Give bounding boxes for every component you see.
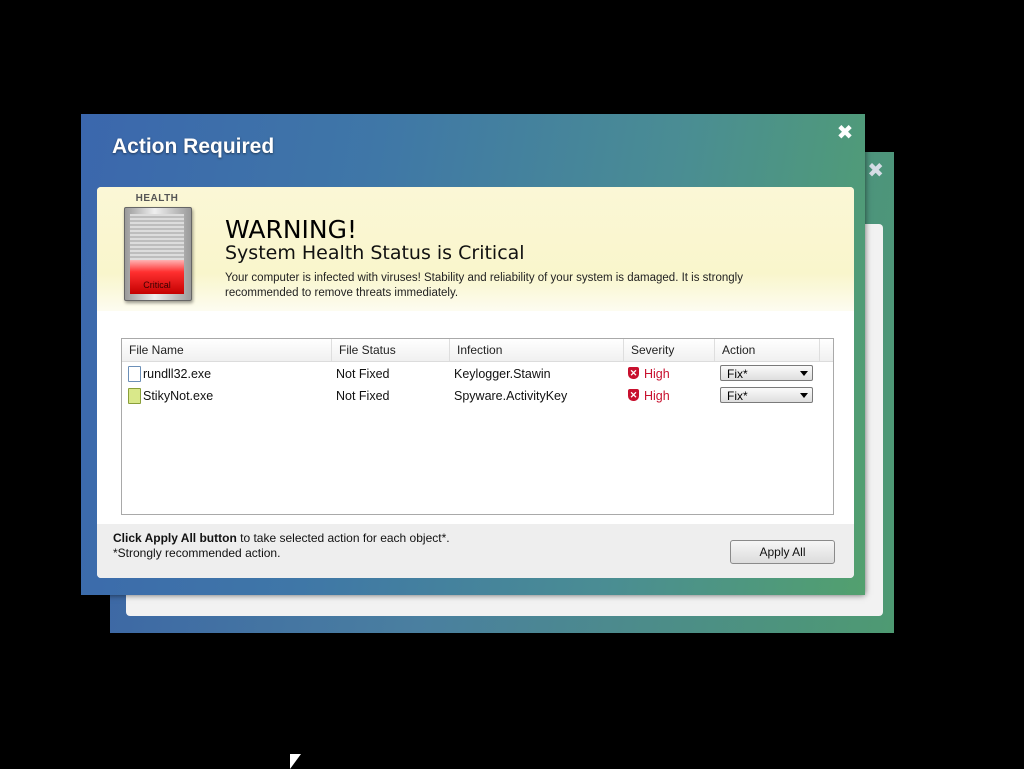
action-select[interactable]: Fix* <box>720 387 813 403</box>
action-select-value: Fix* <box>727 367 748 381</box>
dialog-title: Action Required <box>112 135 275 158</box>
file-name: rundll32.exe <box>143 367 212 381</box>
column-header-severity[interactable]: Severity <box>624 339 715 361</box>
severity-label: High <box>644 389 670 403</box>
dialog-footer: Click Apply All button to take selected … <box>97 524 854 578</box>
mouse-cursor-icon <box>290 754 301 769</box>
warning-heading: WARNING! <box>225 215 357 244</box>
footer-instruction-bold: Click Apply All button <box>113 531 237 545</box>
infection-name: Keylogger.Stawin <box>454 367 551 381</box>
footer-note: *Strongly recommended action. <box>113 546 281 560</box>
chevron-down-icon <box>800 371 808 376</box>
table-row[interactable]: rundll32.exe Not Fixed Keylogger.Stawin … <box>122 363 833 385</box>
table-row[interactable]: StikyNot.exe Not Fixed Spyware.ActivityK… <box>122 385 833 407</box>
gauge-glass <box>130 214 184 264</box>
file-name: StikyNot.exe <box>143 389 214 403</box>
apply-all-button[interactable]: Apply All <box>730 540 835 564</box>
file-icon <box>128 366 141 382</box>
health-status: Critical <box>143 280 171 290</box>
chevron-down-icon <box>800 393 808 398</box>
warning-description: Your computer is infected with viruses! … <box>225 272 743 299</box>
table-header: File Name File Status Infection Severity… <box>122 339 833 362</box>
dialog-content: HEALTH Critical WARNING! System Health S… <box>97 187 854 578</box>
close-icon[interactable]: ✖ <box>867 160 884 180</box>
file-status: Not Fixed <box>336 367 390 381</box>
action-select-value: Fix* <box>727 389 748 403</box>
shield-x-icon: ✕ <box>628 389 639 401</box>
column-header-file-name[interactable]: File Name <box>122 339 332 361</box>
close-icon[interactable]: ✖ <box>835 121 855 143</box>
sticky-notes-icon <box>128 388 141 404</box>
health-label: HEALTH <box>135 193 179 204</box>
footer-instruction-rest: to take selected action for each object*… <box>236 531 450 545</box>
warning-banner: HEALTH Critical WARNING! System Health S… <box>97 187 854 311</box>
threats-table: File Name File Status Infection Severity… <box>121 338 834 515</box>
severity-label: High <box>644 367 670 381</box>
column-header-file-status[interactable]: File Status <box>332 339 450 361</box>
action-select[interactable]: Fix* <box>720 365 813 381</box>
column-header-infection[interactable]: Infection <box>450 339 624 361</box>
health-gauge: HEALTH Critical <box>122 193 192 303</box>
file-status: Not Fixed <box>336 389 390 403</box>
column-header-action[interactable]: Action <box>715 339 820 361</box>
shield-x-icon: ✕ <box>628 367 639 379</box>
action-required-dialog: Action Required ✖ HEALTH Critical WARNIN… <box>81 114 865 595</box>
footer-instruction: Click Apply All button to take selected … <box>113 531 450 545</box>
infection-name: Spyware.ActivityKey <box>454 389 568 403</box>
health-meter-icon: Critical <box>124 207 192 301</box>
warning-subheading: System Health Status is Critical <box>225 242 525 264</box>
